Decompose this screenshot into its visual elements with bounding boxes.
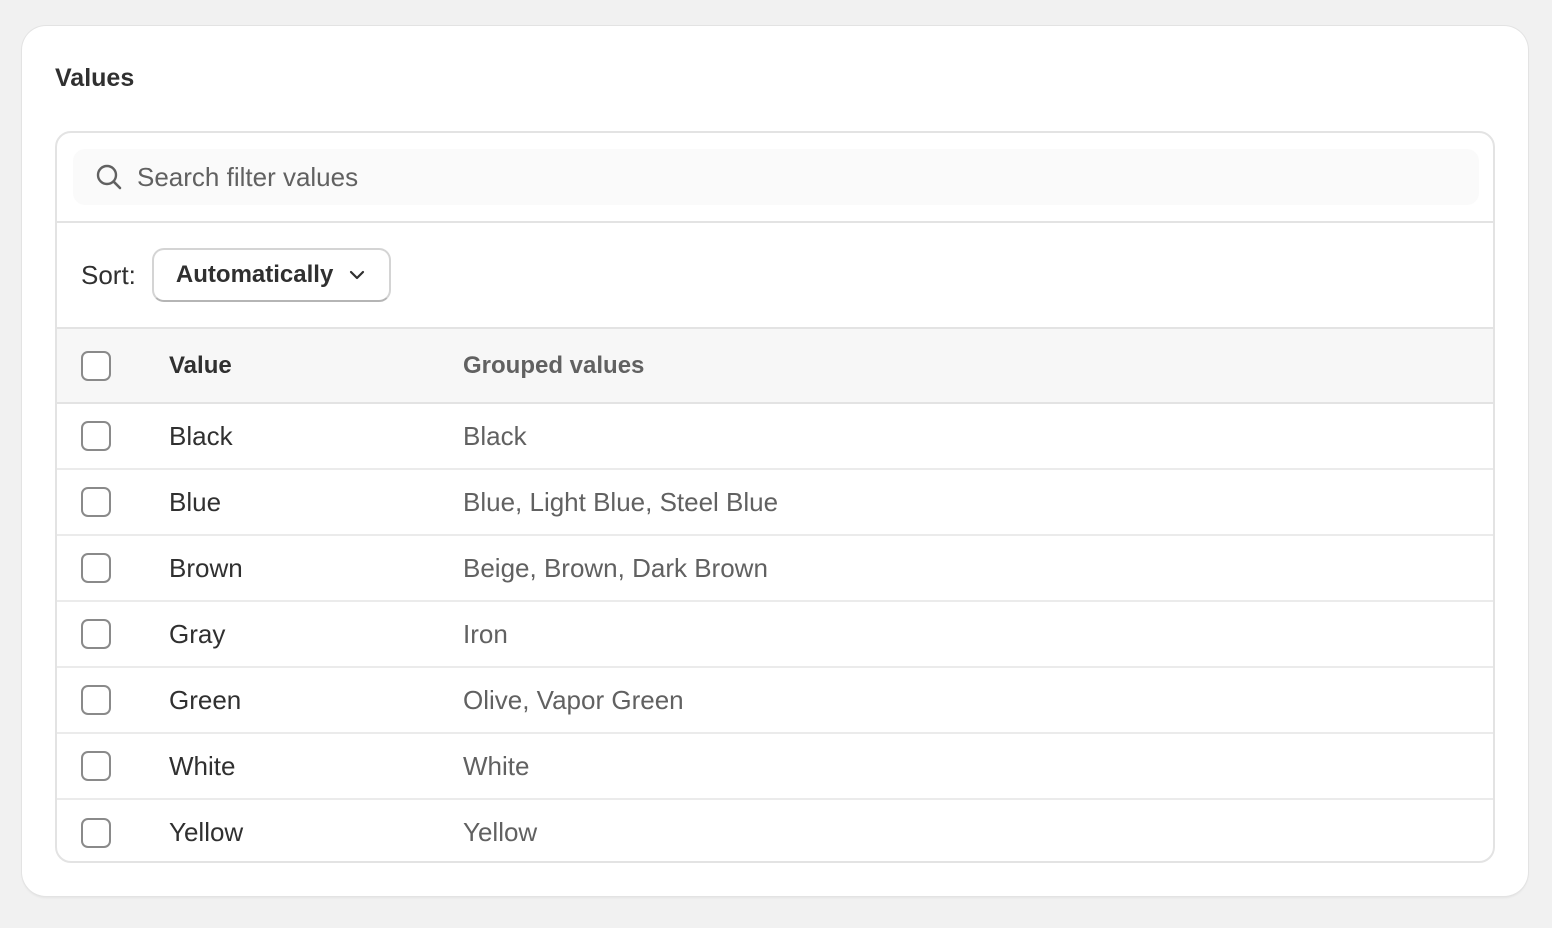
row-grouped-values: White [463,750,530,781]
row-value: Gray [169,618,226,649]
row-grouped-values: Blue, Light Blue, Steel Blue [463,486,779,517]
row-checkbox[interactable] [81,817,111,848]
values-table: Value Grouped values Black Black Blue Bl… [57,329,1493,861]
row-checkbox[interactable] [81,685,111,715]
table-row[interactable]: Yellow Yellow [57,799,1493,861]
row-value: White [169,750,236,781]
header-checkbox-cell [57,329,169,403]
row-checkbox-cell [57,733,169,799]
search-icon [95,163,123,191]
row-checkbox-cell [57,601,169,667]
row-value: Brown [169,552,243,583]
values-card: Values Sort: Automatically [22,26,1528,896]
sort-selected-value: Automatically [175,261,334,288]
search-input[interactable] [137,157,1337,197]
row-grouped-values: Iron [463,618,508,649]
row-checkbox[interactable] [81,421,111,451]
row-grouped-values: Black [463,420,527,451]
row-value: Green [169,684,242,715]
row-value: Black [169,420,233,451]
row-checkbox-cell [57,403,169,469]
row-value: Yellow [169,817,244,847]
sort-dropdown-button[interactable]: Automatically [151,248,392,302]
row-checkbox-cell [57,667,169,733]
search-section [57,133,1493,223]
table-row[interactable]: Green Olive, Vapor Green [57,667,1493,733]
chevron-down-icon [347,265,367,285]
row-checkbox[interactable] [81,619,111,649]
header-grouped-values: Grouped values [463,351,645,379]
row-grouped-values: Beige, Brown, Dark Brown [463,552,768,583]
row-grouped-values: Olive, Vapor Green [463,684,684,715]
values-panel: Sort: Automatically Value Grouped values [55,131,1495,863]
table-header-row: Value Grouped values [57,329,1493,403]
table-row[interactable]: Blue Blue, Light Blue, Steel Blue [57,469,1493,535]
search-box[interactable] [73,149,1479,205]
row-checkbox[interactable] [81,553,111,583]
row-checkbox-cell [57,535,169,601]
row-value: Blue [169,486,222,517]
table-row[interactable]: White White [57,733,1493,799]
table-row[interactable]: Gray Iron [57,601,1493,667]
table-row[interactable]: Brown Beige, Brown, Dark Brown [57,535,1493,601]
row-checkbox[interactable] [81,487,111,517]
table-row[interactable]: Black Black [57,403,1493,469]
sort-row: Sort: Automatically [57,223,1493,329]
row-checkbox-cell [57,799,169,861]
sort-label: Sort: [81,259,136,290]
select-all-checkbox[interactable] [81,350,111,381]
card-title: Values [55,64,135,92]
row-checkbox-cell [57,469,169,535]
header-value: Value [169,351,232,379]
row-checkbox[interactable] [81,751,111,781]
row-grouped-values: Yellow [463,817,538,847]
